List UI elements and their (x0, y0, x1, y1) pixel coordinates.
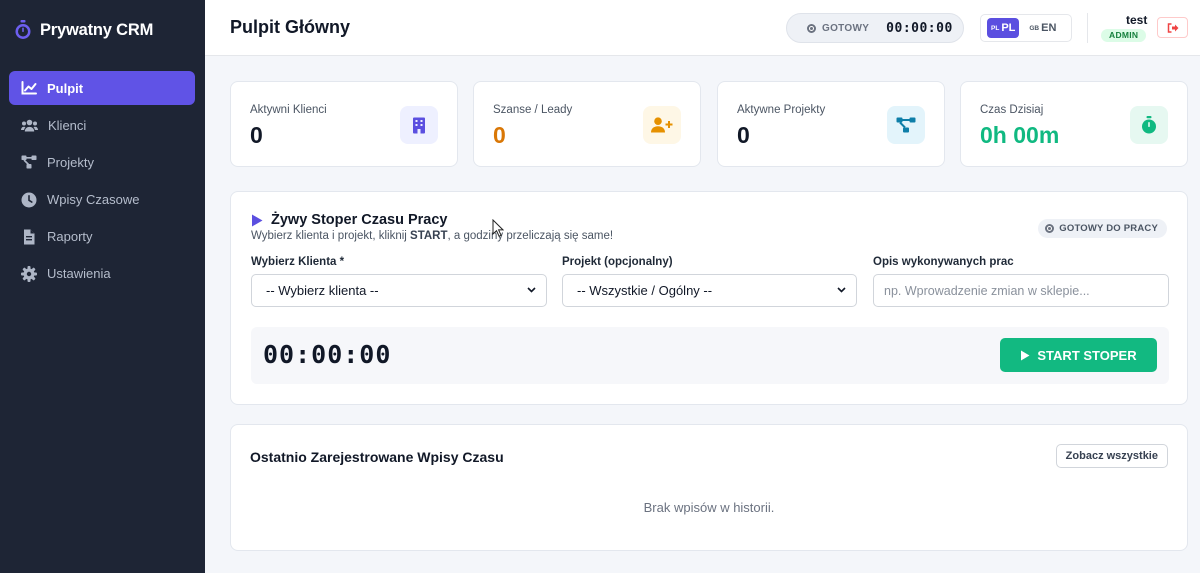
lang-code: EN (1041, 22, 1057, 34)
client-select[interactable]: -- Wybierz klienta -- (251, 274, 547, 307)
sidebar-item-label: Klienci (48, 117, 87, 133)
top-header: Pulpit Główny GOTOWY 00:00:00 PL PL GB E… (205, 0, 1200, 56)
stat-card-active-projects: Aktywne Projekty 0 (717, 81, 945, 167)
stat-value: 0h 00m (980, 122, 1060, 148)
see-all-button[interactable]: Zobacz wszystkie (1055, 444, 1168, 468)
building-icon (400, 106, 438, 144)
ready-status-text: GOTOWY DO PRACY (1059, 223, 1158, 234)
flag-gb-icon: GB (1029, 24, 1040, 32)
sidebar-item-label: Wpisy Czasowe (47, 192, 140, 208)
sign-out-icon (1167, 22, 1178, 33)
sidebar: Prywatny CRM Pulpit Klienci Projekty Wpi… (0, 0, 205, 573)
language-switcher: PL PL GB EN (980, 14, 1072, 42)
start-button-label: START STOPER (1037, 347, 1137, 363)
role-badge: ADMIN (1101, 29, 1147, 42)
stat-card-time-today: Czas Dzisiaj 0h 00m (960, 81, 1188, 167)
chevron-down-icon (837, 287, 846, 293)
status-dot-icon (807, 23, 816, 33)
sidebar-item-pulpit[interactable]: Pulpit (9, 71, 195, 105)
project-label: Projekt (opcjonalny) (562, 256, 673, 268)
project-diagram-icon (887, 106, 925, 144)
stopwatch-subtitle: Wybierz klienta i projekt, kliknij START… (251, 230, 614, 242)
description-label: Opis wykonywanych prac (873, 256, 1014, 268)
stopwatch-panel: 00:00:00 START STOPER (251, 327, 1169, 384)
stat-value: 0 (493, 122, 506, 148)
app-name: Prywatny CRM (40, 20, 154, 39)
sidebar-item-wpisy-czasowe[interactable]: Wpisy Czasowe (9, 183, 195, 217)
user-name: test (1126, 13, 1148, 27)
client-select-value: -- Wybierz klienta -- (266, 283, 379, 298)
stopwatch-title: Żywy Stoper Czasu Pracy (271, 212, 448, 228)
lang-en-button[interactable]: GB EN (1025, 18, 1060, 38)
gear-icon (21, 265, 37, 282)
stopwatch-logo-icon (14, 20, 32, 40)
lang-code: PL (1001, 22, 1016, 34)
header-timer[interactable]: GOTOWY 00:00:00 (786, 13, 964, 43)
live-stopwatch-card: Żywy Stoper Czasu Pracy Wybierz klienta … (230, 191, 1188, 405)
timer-time: 00:00:00 (886, 20, 953, 36)
stopwatch-heading: Żywy Stoper Czasu Pracy (251, 212, 448, 228)
sidebar-nav: Pulpit Klienci Projekty Wpisy Czasowe Ra… (9, 71, 195, 294)
stat-label: Aktywne Projekty (737, 104, 826, 116)
lang-pl-button[interactable]: PL PL (987, 18, 1020, 38)
client-label: Wybierz Klienta * (251, 256, 345, 268)
flag-pl-icon: PL (991, 24, 1000, 32)
mouse-cursor-icon (492, 219, 504, 237)
project-diagram-icon (21, 155, 37, 169)
sidebar-item-ustawienia[interactable]: Ustawienia (9, 257, 195, 291)
clock-icon (21, 192, 37, 208)
users-icon (21, 119, 38, 132)
stat-card-active-clients: Aktywni Klienci 0 (230, 81, 458, 167)
recent-entries-title: Ostatnio Zarejestrowane Wpisy Czasu (250, 449, 504, 465)
stat-label: Szanse / Leady (493, 104, 573, 116)
stopwatch-icon (1130, 106, 1168, 144)
header-divider (1087, 13, 1088, 43)
user-plus-icon (643, 106, 681, 144)
project-select-value: -- Wszystkie / Ogólny -- (577, 283, 713, 298)
recent-entries-card: Ostatnio Zarejestrowane Wpisy Czasu Zoba… (230, 424, 1188, 551)
sidebar-item-projekty[interactable]: Projekty (9, 145, 195, 179)
file-report-icon (24, 229, 35, 245)
stat-value: 0 (250, 122, 263, 148)
chart-line-icon (21, 81, 37, 95)
empty-history-text: Brak wpisów w historii. (643, 500, 775, 515)
page-title: Pulpit Główny (230, 17, 350, 37)
play-icon (1021, 350, 1030, 360)
status-dot-icon (1045, 224, 1055, 233)
brand[interactable]: Prywatny CRM (14, 16, 153, 44)
ready-status-badge: GOTOWY DO PRACY (1038, 219, 1167, 238)
stat-label: Aktywni Klienci (250, 104, 327, 116)
stopwatch-display: 00:00:00 (263, 340, 392, 369)
timer-status: GOTOWY (822, 22, 870, 34)
sidebar-item-raporty[interactable]: Raporty (9, 220, 195, 254)
description-input[interactable] (873, 274, 1169, 307)
start-stopwatch-button[interactable]: START STOPER (1000, 338, 1157, 372)
chevron-down-icon (527, 287, 536, 293)
project-select[interactable]: -- Wszystkie / Ogólny -- (562, 274, 857, 307)
sidebar-item-label: Pulpit (47, 80, 84, 96)
play-icon (252, 214, 263, 226)
stat-label: Czas Dzisiaj (980, 104, 1044, 116)
sidebar-item-label: Raporty (47, 229, 93, 245)
logout-button[interactable] (1157, 17, 1188, 38)
sidebar-item-label: Projekty (47, 154, 94, 170)
sidebar-item-label: Ustawienia (47, 266, 111, 282)
stat-value: 0 (737, 122, 750, 148)
sidebar-item-klienci[interactable]: Klienci (9, 108, 195, 142)
stat-card-leads: Szanse / Leady 0 (473, 81, 701, 167)
